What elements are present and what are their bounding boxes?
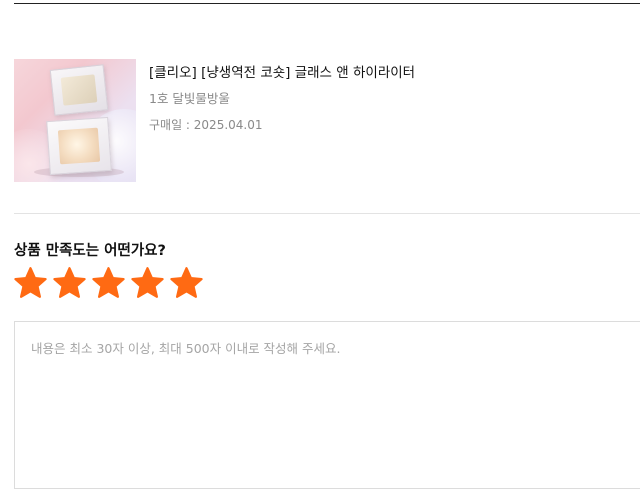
purchase-date: 구매일 : 2025.04.01 [149, 118, 263, 132]
star-icon-5[interactable] [169, 266, 204, 301]
top-divider [14, 3, 640, 4]
star-icon-2[interactable] [52, 266, 87, 301]
product-thumbnail [14, 59, 136, 182]
star-icon-1[interactable] [13, 266, 48, 301]
section-divider [14, 213, 640, 214]
product-option: 1호 달빛물방울 [149, 91, 230, 106]
compact-bottom-image [46, 116, 112, 176]
product-name: [클리오] [냥생역전 코숏] 글래스 앤 하이라이터 [149, 65, 416, 81]
compact-top-image [49, 64, 109, 116]
product-summary: [클리오] [냥생역전 코숏] 글래스 앤 하이라이터 1호 달빛물방울 구매일… [14, 59, 640, 182]
review-textarea[interactable] [15, 322, 640, 488]
rating-question: 상품 만족도는 어떤가요? [14, 243, 166, 259]
review-box[interactable] [14, 321, 640, 489]
star-icon-3[interactable] [91, 266, 126, 301]
star-rating[interactable] [13, 266, 204, 302]
star-icon-4[interactable] [130, 266, 165, 301]
